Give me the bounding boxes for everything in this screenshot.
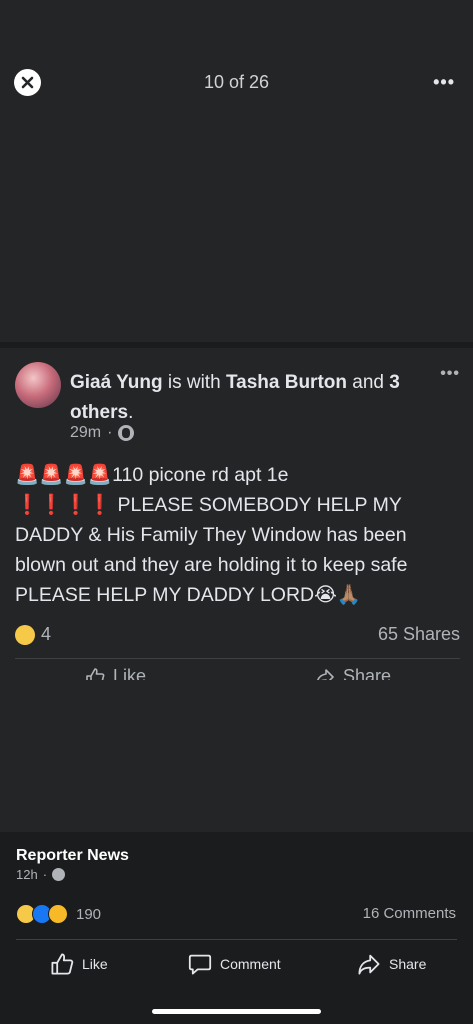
thumbs-up-icon: [86, 667, 105, 680]
period-text: .: [128, 402, 134, 423]
footer-comment-label: Comment: [220, 956, 281, 972]
post-meta: 29m ·: [70, 424, 135, 442]
source-name[interactable]: Reporter News: [16, 847, 129, 865]
viewer-top-bar: 10 of 26 •••: [0, 0, 473, 130]
post-address: 110 picone rd apt 1e: [112, 464, 289, 486]
author-name[interactable]: Giaá Yung: [70, 372, 163, 393]
exclamation-emojis: ❗❗❗❗: [15, 493, 113, 516]
photo-footer: Reporter News 12h · 190 16 Comments Like…: [0, 832, 473, 1024]
like-button[interactable]: Like: [85, 666, 146, 680]
footer-meta: 12h ·: [16, 867, 66, 882]
footer-separator: ·: [42, 867, 48, 882]
footer-time: 12h: [16, 867, 38, 882]
home-indicator[interactable]: [152, 1009, 321, 1014]
footer-reaction-count: 190: [76, 905, 102, 923]
photo-counter: 10 of 26: [203, 72, 270, 92]
siren-emojis: 🚨🚨🚨🚨: [15, 463, 113, 486]
footer-divider: [16, 939, 457, 940]
photo-area[interactable]: [0, 130, 473, 342]
footer-like-button[interactable]: Like: [50, 952, 108, 976]
footer-actions: Like Comment Share: [0, 952, 473, 978]
post-header: Giaá Yung is with Tasha Burton and 3 oth…: [70, 368, 430, 428]
like-label: Like: [113, 666, 147, 680]
footer-like-label: Like: [82, 956, 108, 972]
reaction-count: 4: [41, 624, 52, 644]
avatar[interactable]: [15, 362, 61, 408]
and-text: and: [352, 372, 384, 393]
tagged-name[interactable]: Tasha Burton: [226, 372, 347, 393]
footer-comment-button[interactable]: Comment: [188, 952, 281, 976]
post-more-button[interactable]: •••: [440, 365, 460, 383]
post-actions: Like Share: [0, 666, 473, 680]
globe-icon: [118, 425, 135, 441]
card-divider: [15, 658, 460, 659]
footer-share-button[interactable]: Share: [357, 952, 426, 976]
is-with-text: is with: [167, 372, 221, 393]
crying-praying-emojis: 😭🙏🏽: [314, 583, 362, 606]
globe-icon: [52, 868, 66, 881]
reaction-summary[interactable]: 4: [15, 624, 51, 645]
reactions-row: 4 65 Shares: [15, 624, 460, 648]
footer-reactions[interactable]: 190: [16, 904, 101, 924]
more-options-button[interactable]: •••: [433, 72, 455, 93]
post-body: 🚨🚨🚨🚨110 picone rd apt 1e ❗❗❗❗ PLEASE SOM…: [15, 460, 460, 610]
post-time[interactable]: 29m: [70, 424, 101, 442]
share-label: Share: [343, 666, 392, 680]
share-icon: [358, 954, 380, 975]
share-button[interactable]: Share: [315, 666, 391, 680]
comment-icon: [188, 954, 212, 975]
meta-separator: ·: [107, 424, 113, 441]
post-card: ••• Giaá Yung is with Tasha Burton and 3…: [0, 348, 473, 680]
comments-count[interactable]: 16 Comments: [363, 905, 456, 922]
shares-count[interactable]: 65 Shares: [378, 624, 460, 645]
thumbs-up-icon: [51, 953, 74, 975]
share-icon: [316, 668, 334, 680]
care-reaction-icon: [48, 904, 68, 924]
footer-share-label: Share: [389, 956, 427, 972]
sad-reaction-icon: [15, 624, 35, 645]
